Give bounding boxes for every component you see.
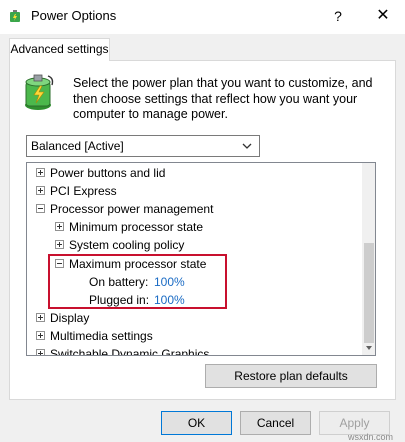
scroll-down-arrow-icon[interactable] [365,344,373,352]
expand-plus-icon[interactable] [55,240,64,249]
expand-plus-icon[interactable] [36,313,45,322]
tree-item-label: Multimedia settings [50,329,153,343]
tree-item-power-buttons[interactable]: Power buttons and lid [27,164,357,182]
expand-plus-icon[interactable] [55,222,64,231]
tree-item-processor-power-management[interactable]: Processor power management [27,200,357,218]
title-bar: Power Options ? ✕ [0,0,405,34]
watermark-text: wsxdn.com [348,432,394,442]
expand-plus-icon[interactable] [36,331,45,340]
description-text: Select the power plan that you want to c… [73,76,373,121]
tree-item-multimedia-settings[interactable]: Multimedia settings [27,327,357,345]
power-plan-dropdown[interactable]: Balanced [Active] [26,135,260,157]
ok-button[interactable]: OK [161,411,232,435]
chevron-down-icon [242,143,252,149]
tree-scrollbar[interactable] [362,163,375,355]
expand-plus-icon[interactable] [36,349,45,355]
scrollbar-thumb[interactable] [364,243,374,343]
close-icon[interactable]: ✕ [368,4,398,28]
collapse-minus-icon[interactable] [36,204,45,213]
expand-plus-icon[interactable] [36,168,45,177]
help-icon[interactable]: ? [325,4,351,28]
tree-item-minimum-processor-state[interactable]: Minimum processor state [27,218,357,236]
tree-item-label: Display [50,311,90,325]
highlight-box [48,254,227,309]
tree-item-label: Minimum processor state [69,220,204,234]
expand-plus-icon[interactable] [36,186,45,195]
tab-advanced-settings[interactable]: Advanced settings [9,38,110,61]
tree-item-label: Switchable Dynamic Graphics [50,347,210,356]
cancel-button[interactable]: Cancel [240,411,311,435]
tree-item-switchable-graphics[interactable]: Switchable Dynamic Graphics [27,345,357,356]
window-title: Power Options [31,8,117,23]
tree-item-system-cooling-policy[interactable]: System cooling policy [27,236,357,254]
tree-item-label: System cooling policy [69,238,185,252]
tree-item-pci-express[interactable]: PCI Express [27,182,357,200]
tree-item-label: Processor power management [50,202,214,216]
restore-plan-defaults-button[interactable]: Restore plan defaults [205,364,377,388]
battery-power-icon [25,74,54,110]
tree-item-label: Power buttons and lid [50,166,166,180]
tree-item-label: PCI Express [50,184,117,198]
power-options-icon [10,10,20,22]
tree-item-display[interactable]: Display [27,309,357,327]
power-plan-value: Balanced [Active] [31,139,124,153]
